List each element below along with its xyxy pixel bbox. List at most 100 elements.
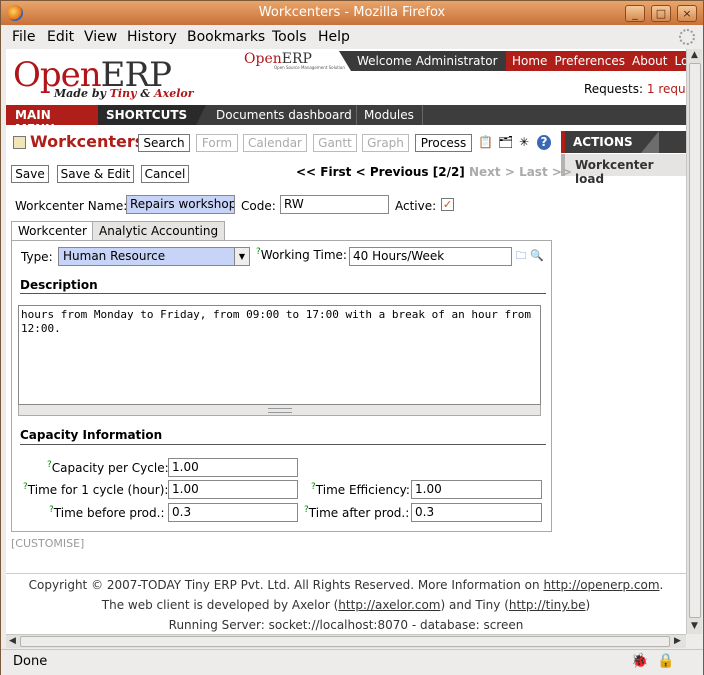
active-checkbox[interactable]: ✓ (441, 198, 454, 211)
welcome-message: Welcome Administrator (339, 51, 506, 71)
time-efficiency-label: ?Time Efficiency: (311, 482, 410, 497)
textarea-resize-handle[interactable] (18, 405, 541, 416)
pager-count: [2/2] (432, 165, 465, 179)
security-icon[interactable]: 🔒 (657, 653, 674, 669)
new-star-icon[interactable]: ✳ (517, 135, 531, 150)
axelor-link[interactable]: http://axelor.com (338, 598, 440, 612)
section-divider (20, 293, 546, 294)
time-after-prod-input[interactable]: 0.3 (411, 503, 542, 522)
view-process-button[interactable]: Process (415, 134, 472, 152)
time-after-prod-label: ?Time after prod.: (304, 505, 410, 520)
description-textarea[interactable]: hours from Monday to Friday, from 09:00 … (18, 305, 541, 405)
copyright-line: Copyright © 2007-TODAY Tiny ERP Pvt. Ltd… (28, 578, 664, 592)
nav-bar: MAIN MENU SHORTCUTS Documents dashboard … (6, 105, 686, 136)
type-label: Type: (21, 250, 53, 264)
save-edit-button[interactable]: Save & Edit (57, 165, 134, 183)
menu-tools[interactable]: Tools (272, 29, 307, 45)
time-cycle-input[interactable]: 1.00 (168, 480, 298, 499)
active-label: Active: (395, 199, 437, 213)
small-logo-tagline: Open Source Management Solution (274, 65, 345, 70)
page-title: Workcenters (30, 132, 145, 151)
scroll-down-icon[interactable]: ▼ (691, 621, 698, 631)
scrollbar-thumb[interactable] (20, 636, 670, 647)
vertical-scrollbar[interactable]: ▲ ▼ (686, 49, 702, 634)
scroll-left-icon[interactable]: ◀ (9, 636, 16, 646)
menu-history[interactable]: History (127, 29, 177, 45)
clipboard-icon[interactable]: 📋 (478, 135, 493, 150)
pager-previous-link[interactable]: < Previous (356, 165, 429, 179)
menu-help[interactable]: Help (318, 29, 350, 45)
title-bar: Workcenters - Mozilla Firefox _ □ × (1, 1, 703, 25)
nav-divider (422, 105, 423, 125)
view-calendar-button[interactable]: Calendar (243, 134, 307, 152)
menu-bookmarks[interactable]: Bookmarks (187, 29, 265, 45)
tiny-link[interactable]: http://tiny.be (509, 598, 586, 612)
time-efficiency-input[interactable]: 1.00 (411, 480, 542, 499)
scroll-right-icon[interactable]: ▶ (674, 636, 681, 646)
code-input[interactable]: RW (280, 195, 389, 214)
help-icon[interactable]: ? (537, 135, 551, 150)
shortcuts-button[interactable]: SHORTCUTS (98, 105, 206, 125)
code-label: Code: (241, 199, 276, 213)
tab-analytic-accounting[interactable]: Analytic Accounting (92, 221, 226, 241)
home-link[interactable]: Home (512, 54, 547, 68)
search-icon[interactable]: 🔍 (530, 249, 544, 263)
capacity-section-title: Capacity Information (20, 428, 163, 442)
open-folder-icon[interactable]: 🗀 (514, 249, 528, 263)
section-divider (20, 444, 546, 445)
view-search-button[interactable]: Search (138, 134, 190, 152)
bug-icon[interactable]: 🐞 (631, 653, 648, 669)
requests-count-link[interactable]: 1 reque (647, 82, 686, 96)
time-before-prod-input[interactable]: 0.3 (168, 503, 298, 522)
menu-bar: File Edit View History Bookmarks Tools H… (1, 25, 703, 49)
save-button[interactable]: Save (11, 165, 49, 183)
menu-view[interactable]: View (84, 29, 117, 45)
capacity-per-cycle-label: ?Capacity per Cycle: (47, 460, 169, 475)
customise-link[interactable]: [CUSTOMISE] (11, 537, 84, 550)
view-gantt-button[interactable]: Gantt (313, 134, 357, 152)
loading-throbber-icon (679, 29, 695, 45)
view-graph-button[interactable]: Graph (362, 134, 409, 152)
workcenter-name-input[interactable]: Repairs workshop (126, 195, 235, 214)
description-section-title: Description (20, 278, 98, 292)
server-info: Running Server: socket://localhost:8070 … (168, 618, 524, 632)
view-form-button[interactable]: Form (196, 134, 238, 152)
pager-last-link[interactable]: Last >> (519, 165, 572, 179)
chevron-down-icon: ▼ (234, 248, 249, 265)
actions-header: ACTIONS (561, 131, 686, 153)
main-menu-button[interactable]: MAIN MENU (6, 105, 98, 136)
menu-edit[interactable]: Edit (47, 29, 74, 45)
status-text: Done (13, 654, 48, 669)
maximize-button[interactable]: □ (651, 5, 671, 22)
pager: << First < Previous [2/2] Next > Last >> (296, 165, 572, 179)
working-time-label: ?Working Time: (256, 247, 347, 262)
type-select[interactable]: Human Resource ▼ (58, 247, 250, 266)
pager-next-link[interactable]: Next > (469, 165, 515, 179)
page-content: OpenERP Made by Tiny & Axelor OpenERP Op… (6, 49, 686, 634)
page-footer: Copyright © 2007-TODAY Tiny ERP Pvt. Ltd… (6, 573, 686, 633)
close-button[interactable]: × (677, 5, 697, 22)
time-before-prod-label: ?Time before prod.: (49, 505, 165, 520)
logout-link[interactable]: Lo (675, 54, 687, 68)
logo-tagline: Made by Tiny & Axelor (54, 87, 194, 100)
menu-file[interactable]: File (12, 29, 35, 45)
translate-icon[interactable]: 🗂 (498, 135, 513, 150)
openerp-link[interactable]: http://openerp.com (543, 578, 659, 592)
minimize-button[interactable]: _ (625, 5, 645, 22)
preferences-link[interactable]: Preferences (554, 54, 625, 68)
scrollbar-thumb[interactable] (689, 63, 701, 618)
horizontal-scrollbar[interactable]: ◀ ▶ (6, 634, 686, 648)
nav-divider (356, 105, 357, 125)
top-links: Home Preferences About Lo (506, 51, 686, 71)
capacity-per-cycle-input[interactable]: 1.00 (168, 458, 298, 477)
browser-window: Workcenters - Mozilla Firefox _ □ × File… (0, 0, 704, 675)
pager-first-link[interactable]: << First (296, 165, 351, 179)
shortcut-documents-dashboard[interactable]: Documents dashboard (216, 108, 352, 122)
cancel-button[interactable]: Cancel (141, 165, 189, 183)
tab-workcenter[interactable]: Workcenter (11, 221, 94, 241)
about-link[interactable]: About (632, 54, 667, 68)
shortcut-modules[interactable]: Modules (364, 108, 414, 122)
scroll-up-icon[interactable]: ▲ (691, 50, 698, 60)
action-workcenter-load[interactable]: Workcenter load (561, 154, 686, 186)
working-time-input[interactable]: 40 Hours/Week (349, 247, 512, 266)
